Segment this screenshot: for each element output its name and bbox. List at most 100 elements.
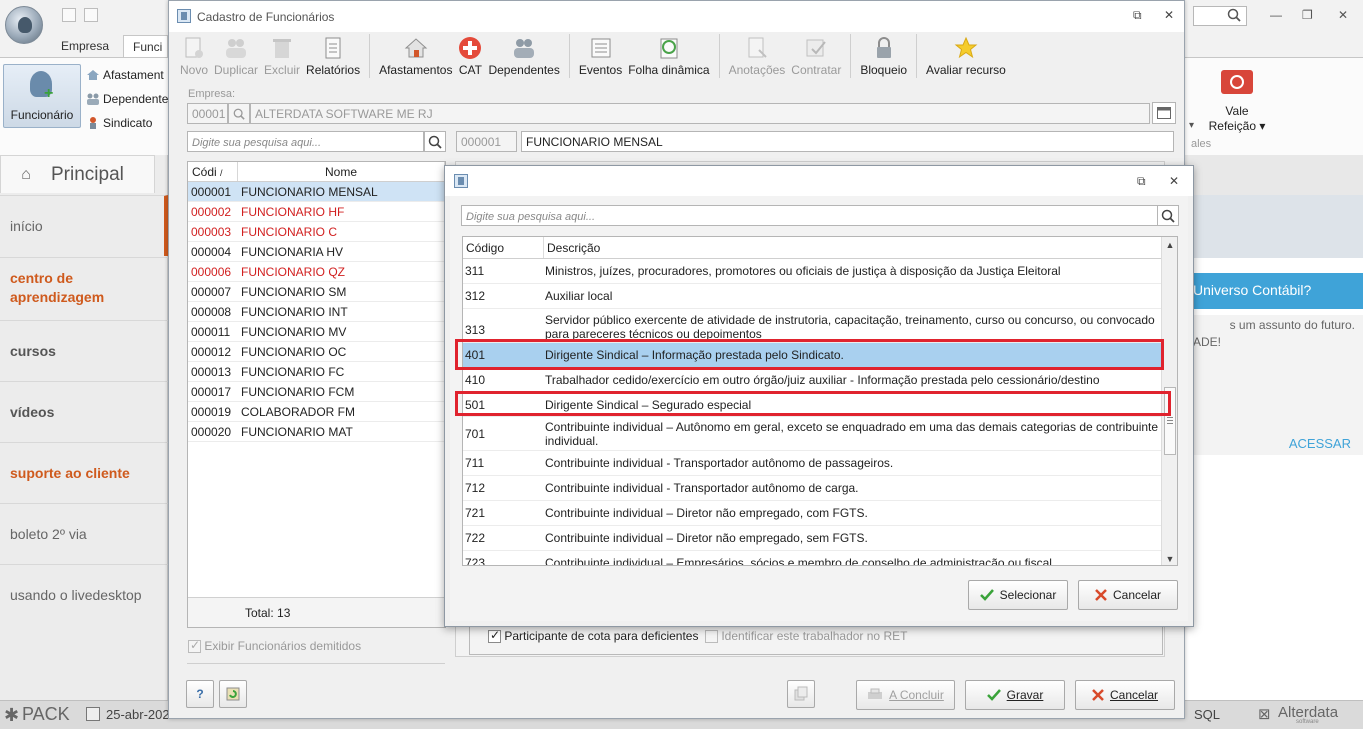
employee-search-input[interactable]: Digite sua pesquisa aqui... (187, 131, 424, 152)
participante-checkbox[interactable] (488, 628, 501, 644)
table-row[interactable]: 000006 FUNCIONARIO QZ (188, 262, 445, 282)
table-row[interactable]: 000008 FUNCIONARIO INT (188, 302, 445, 322)
column-descricao-header[interactable]: Descrição (544, 237, 1177, 258)
table-row[interactable]: 410 Trabalhador cedido/exercício em outro… (463, 368, 1161, 393)
table-row[interactable]: 000017 FUNCIONARIO FCM (188, 382, 445, 402)
dialog-close-icon[interactable]: ✕ (1169, 174, 1179, 188)
table-row[interactable]: 701 Contribuinte individual – Autônomo em… (463, 417, 1161, 451)
dialog-search-button[interactable] (1157, 205, 1179, 226)
scroll-down-icon[interactable]: ▼ (1162, 551, 1177, 565)
duplicar-button[interactable]: Duplicar (211, 32, 261, 78)
ribbon-group-funcionario: + Funcionário Afastament Dependente Sind… (0, 57, 168, 155)
afastamentos-small-button[interactable]: Afastament (86, 66, 164, 84)
anotacoes-button[interactable]: Anotações (726, 32, 789, 78)
app-minimize-icon[interactable]: — (1270, 8, 1282, 22)
table-row[interactable]: 311 Ministros, juízes, procuradores, prom… (463, 259, 1161, 284)
employee-name: FUNCIONARIO FC (241, 364, 345, 379)
contratar-button[interactable]: Contratar (788, 32, 844, 78)
nav-centro-aprendizagem[interactable]: centro de aprendizagem (0, 257, 168, 318)
lock-icon (876, 37, 891, 58)
dependentes-button[interactable]: Dependentes (485, 32, 562, 78)
folha-dinamica-button[interactable]: Folha dinâmica (625, 32, 712, 78)
calendar-button[interactable] (1152, 102, 1176, 124)
nav-inicio[interactable]: início (0, 195, 168, 256)
table-row[interactable]: 721 Contribuinte individual – Diretor não… (463, 501, 1161, 526)
duplicate-icon (226, 39, 247, 58)
table-row[interactable]: 312 Auxiliar local (463, 284, 1161, 309)
table-row[interactable]: 000003 FUNCIONARIO C (188, 222, 445, 242)
empresa-search-button[interactable] (228, 103, 250, 124)
table-row[interactable]: 000011 FUNCIONARIO MV (188, 322, 445, 342)
category-description: Contribuinte individual - Transportador … (545, 481, 859, 495)
nav-cursos[interactable]: cursos (0, 320, 168, 381)
help-button[interactable]: ? (186, 680, 214, 708)
dependentes-small-button[interactable]: Dependente (86, 90, 168, 108)
quick-access-icon[interactable] (62, 8, 76, 22)
app-menu-orb-icon[interactable] (5, 6, 43, 44)
vale-refeicao-button[interactable]: Vale Refeição ▾ (1205, 104, 1269, 134)
dialog-search-input[interactable]: Digite sua pesquisa aqui... (461, 205, 1158, 226)
ribbon-tab-funcionario[interactable]: Funci (123, 35, 168, 57)
column-code-header[interactable]: Códi / (188, 162, 238, 181)
table-row[interactable]: 000001 FUNCIONARIO MENSAL (188, 182, 445, 202)
nav-boleto[interactable]: boleto 2º via (0, 503, 168, 564)
nav-videos[interactable]: vídeos (0, 381, 168, 442)
window-close-icon[interactable]: ✕ (1164, 8, 1174, 22)
column-name-header[interactable]: Nome (238, 162, 445, 181)
relatorios-button[interactable]: Relatórios (303, 32, 363, 78)
search-icon[interactable] (1227, 8, 1241, 25)
table-row[interactable]: 000007 FUNCIONARIO SM (188, 282, 445, 302)
concluir-button[interactable]: A Concluir (856, 680, 955, 710)
table-row[interactable]: 000013 FUNCIONARIO FC (188, 362, 445, 382)
news-text-line-2: ADE! (1193, 335, 1222, 349)
participante-toggle[interactable]: Participante de cota para deficientes (488, 628, 698, 644)
selecionar-button[interactable]: Selecionar (968, 580, 1068, 610)
ribbon-tab-empresa[interactable]: Empresa (52, 35, 118, 57)
identificar-ret-checkbox[interactable] (705, 630, 718, 644)
gravar-button[interactable]: Gravar (965, 680, 1065, 710)
table-row[interactable]: 000019 COLABORADOR FM (188, 402, 445, 422)
table-row[interactable]: 711 Contribuinte individual - Transportad… (463, 451, 1161, 476)
novo-button[interactable]: Novo (177, 32, 211, 78)
dialog-restore-icon[interactable]: ⧉ (1137, 174, 1146, 189)
employee-code: 000001 (191, 184, 232, 199)
nav-suporte[interactable]: suporte ao cliente (0, 442, 168, 503)
excluir-button[interactable]: Excluir (261, 32, 303, 78)
column-codigo-header[interactable]: Código (463, 237, 544, 258)
employee-search-button[interactable] (424, 131, 446, 152)
table-row[interactable]: 722 Contribuinte individual – Diretor não… (463, 526, 1161, 551)
eventos-button[interactable]: Eventos (576, 32, 625, 78)
home-icon[interactable]: ⌂ (1, 166, 51, 184)
sindicato-small-button[interactable]: Sindicato (86, 114, 152, 132)
dialog-cancelar-button[interactable]: Cancelar (1078, 580, 1178, 610)
afastamentos-button[interactable]: Afastamentos (376, 32, 455, 78)
show-dismissed-toggle[interactable]: Exibir Funcionários demitidos (188, 638, 361, 654)
refresh-button[interactable] (219, 680, 247, 708)
table-row[interactable]: 712 Contribuinte individual - Transportad… (463, 476, 1161, 501)
table-row[interactable]: 000020 FUNCIONARIO MAT (188, 422, 445, 442)
table-row[interactable]: 723 Contribuinte individual – Empresários… (463, 551, 1161, 565)
table-row[interactable]: 000002 FUNCIONARIO HF (188, 202, 445, 222)
table-row[interactable]: 313 Servidor público exercente de ativida… (463, 309, 1161, 343)
nav-usando-livedesktop[interactable]: usando o livedesktop (0, 564, 168, 625)
quick-access-icon[interactable] (84, 8, 98, 22)
app-close-icon[interactable]: ✕ (1338, 8, 1348, 22)
window-restore-icon[interactable]: ⧉ (1133, 8, 1142, 23)
bloqueio-button[interactable]: Bloqueio (857, 32, 910, 78)
cat-button[interactable]: CAT (455, 32, 485, 78)
acessar-link[interactable]: ACESSAR (1289, 436, 1351, 451)
scroll-up-icon[interactable]: ▲ (1162, 237, 1177, 253)
news-banner[interactable]: Universo Contábil? (1185, 273, 1363, 309)
table-row[interactable]: 000004 FUNCIONARIA HV (188, 242, 445, 262)
plus-icon: + (44, 85, 54, 102)
selected-employee-name[interactable]: FUNCIONARIO MENSAL (521, 131, 1174, 152)
show-dismissed-checkbox[interactable] (188, 638, 201, 654)
livedesktop-sidebar: ⌂ Principal início centro de aprendizage… (0, 155, 168, 700)
funcionario-button[interactable]: + Funcionário (3, 64, 81, 128)
avaliar-recurso-button[interactable]: Avaliar recurso (923, 32, 1009, 78)
identificar-ret-toggle[interactable]: Identificar este trabalhador no RET (705, 629, 907, 644)
copy-button[interactable] (787, 680, 815, 708)
cancelar-button[interactable]: Cancelar (1075, 680, 1175, 710)
table-row[interactable]: 000012 FUNCIONARIO OC (188, 342, 445, 362)
app-restore-icon[interactable]: ❐ (1302, 8, 1313, 22)
